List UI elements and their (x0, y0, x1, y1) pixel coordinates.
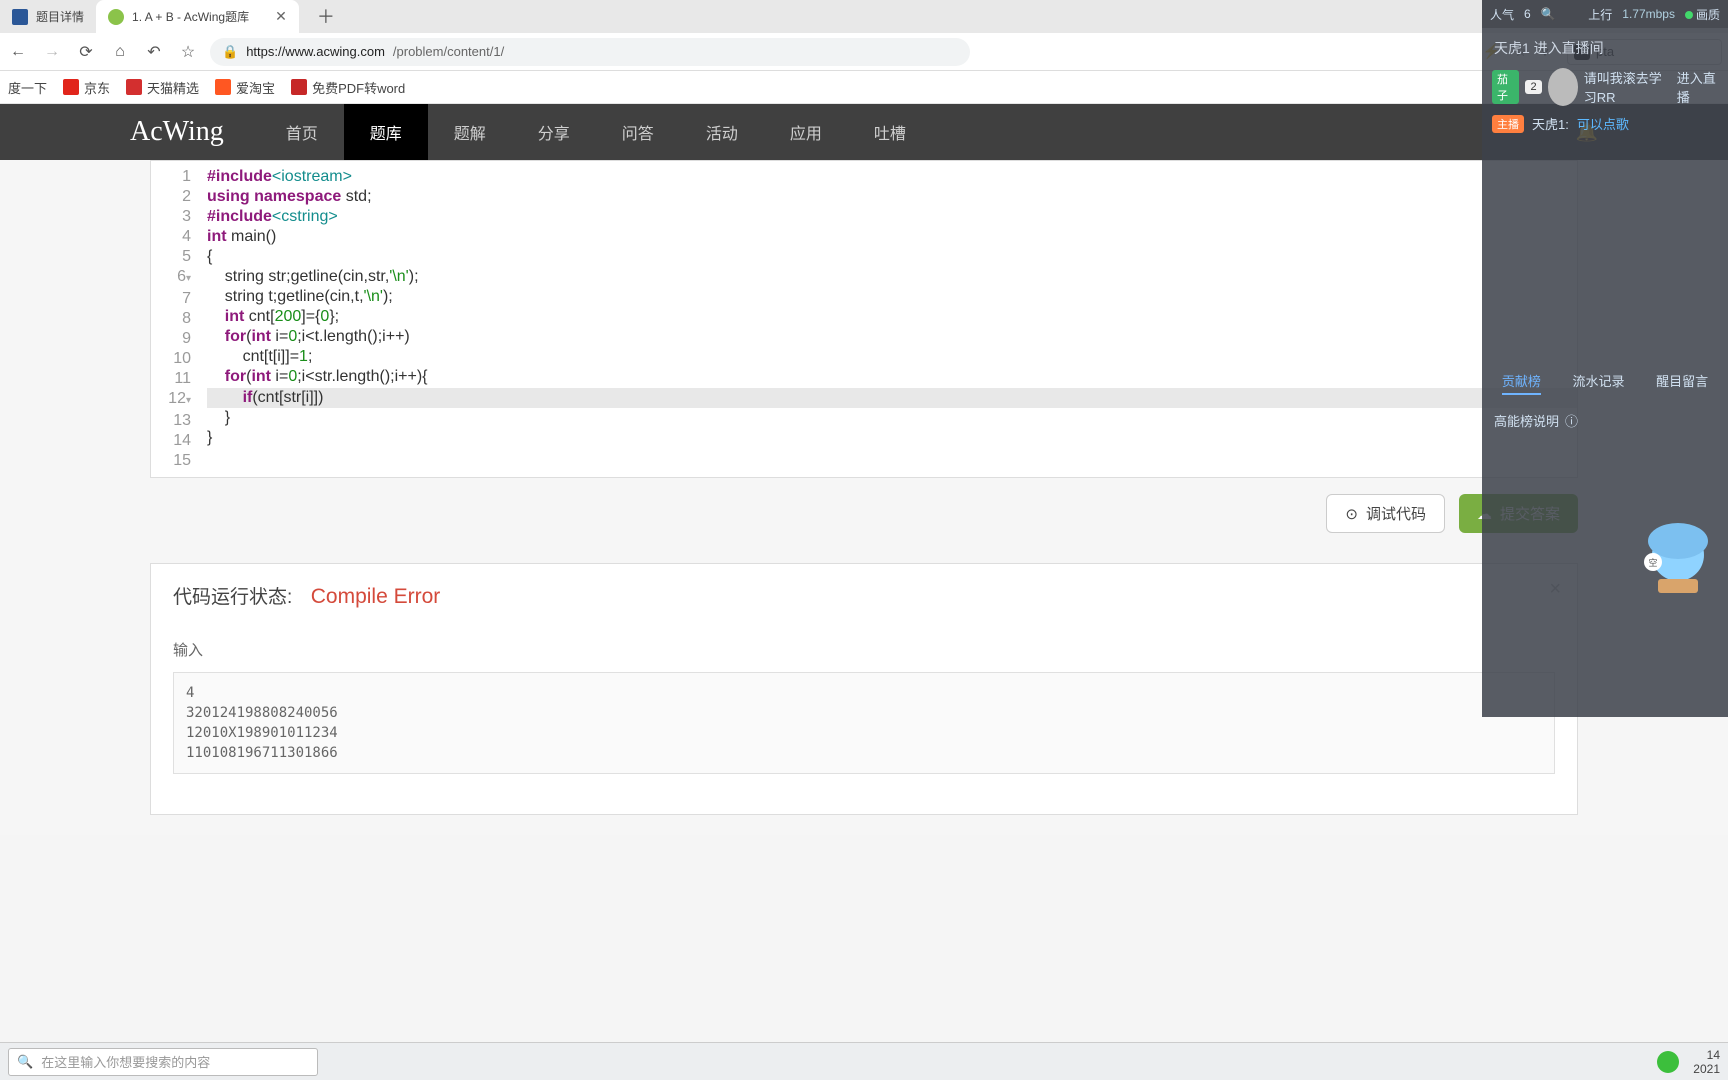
guest-badge: 茄子 (1492, 70, 1519, 104)
nav-share[interactable]: 分享 (512, 104, 596, 160)
guest-action: 进入直播 (1677, 68, 1718, 106)
leaderboard-explain[interactable]: 高能榜说明 ⓘ (1482, 401, 1728, 440)
chat-bubble-icon[interactable] (1657, 1051, 1679, 1073)
uplink-label: 上行 (1588, 6, 1612, 23)
pdf-icon (291, 79, 307, 95)
os-search-input[interactable]: 🔍 在这里输入你想要搜索的内容 (8, 1048, 318, 1076)
reload-button[interactable]: ⟳ (74, 40, 98, 64)
host-row: 主播 天虎1: 可以点歌 (1482, 110, 1728, 137)
home-button[interactable]: ⌂ (108, 40, 132, 64)
nav-app[interactable]: 应用 (764, 104, 848, 160)
avatar[interactable] (1548, 68, 1578, 106)
new-tab-button[interactable]: ＋ (309, 0, 343, 33)
popularity-label: 人气 (1490, 6, 1514, 23)
run-status-card: 代码运行状态: Compile Error × 输入 4 32012419880… (150, 563, 1578, 815)
search-icon[interactable]: 🔍 (1541, 7, 1556, 21)
bookmarks-bar: 度一下 京东 天猫精选 爱淘宝 免费PDF转word (0, 71, 1728, 104)
url-path: /problem/content/1/ (393, 44, 504, 59)
nav-solutions[interactable]: 题解 (428, 104, 512, 160)
browser-tab-active[interactable]: 1. A + B - AcWing题库 ✕ (96, 0, 299, 33)
input-box: 4 320124198808240056 12010X198901011234 … (173, 672, 1555, 774)
code-editor[interactable]: 123456▾789101112▾131415 #include<iostrea… (150, 160, 1578, 478)
browser-tab[interactable]: 题目详情 (0, 0, 96, 33)
nav-problems[interactable]: 题库 (344, 104, 428, 160)
nav-tucao[interactable]: 吐槽 (848, 104, 932, 160)
favicon-icon (108, 9, 124, 25)
host-name: 天虎1: (1532, 114, 1569, 133)
guest-row: 茄子 2 请叫我滚去学习RR 进入直播 (1482, 64, 1728, 110)
editor-code-area[interactable]: #include<iostream>using namespace std;#i… (199, 161, 1577, 477)
browser-tabbar: 题目详情 1. A + B - AcWing题库 ✕ ＋ (0, 0, 1728, 33)
editor-gutter: 123456▾789101112▾131415 (151, 161, 199, 477)
code-actions: ⊙ 调试代码 ☁ 提交答案 (150, 478, 1578, 533)
status-label: 代码运行状态: (173, 587, 292, 608)
bookmark-item[interactable]: 京东 (63, 78, 110, 97)
guest-count: 2 (1525, 80, 1541, 94)
forward-button[interactable]: → (40, 40, 64, 64)
undo-button[interactable]: ↶ (142, 40, 166, 64)
close-icon[interactable]: ✕ (275, 8, 287, 25)
overlay-tab[interactable]: 流水记录 (1572, 371, 1624, 395)
back-button[interactable]: ← (6, 40, 30, 64)
tab-label: 1. A + B - AcWing题库 (132, 8, 249, 25)
guest-name: 请叫我滚去学习RR (1584, 68, 1671, 106)
status-value: Compile Error (311, 585, 441, 608)
bookmark-item[interactable]: 免费PDF转word (291, 78, 405, 97)
svg-text:空: 空 (1648, 557, 1657, 568)
favicon-icon (12, 9, 28, 25)
nav-home[interactable]: 首页 (260, 104, 344, 160)
quality-label: 画质 (1696, 8, 1720, 22)
overlay-tab[interactable]: 醒目留言 (1656, 371, 1708, 395)
input-label: 输入 (173, 639, 1555, 660)
bookmark-item[interactable]: 度一下 (8, 78, 47, 97)
nav-qa[interactable]: 问答 (596, 104, 680, 160)
play-circle-icon: ⊙ (1345, 505, 1358, 523)
clock-date: 2021 (1693, 1062, 1720, 1076)
lock-icon: 🔒 (222, 44, 238, 60)
jd-icon (63, 79, 79, 95)
popularity-value: 6 (1524, 7, 1531, 21)
taskbar-clock[interactable]: 14 2021 (1693, 1048, 1720, 1076)
bandwidth-value: 1.77mbps (1622, 7, 1675, 21)
overlay-tabs: 贡献榜 流水记录 醒目留言 (1482, 365, 1728, 401)
bookmark-item[interactable]: 天猫精选 (126, 78, 199, 97)
stream-overlay: 人气 6 🔍 上行 1.77mbps 画质 天虎1 进入直播间 茄子 2 请叫我… (1482, 0, 1728, 717)
overlay-topbar: 人气 6 🔍 上行 1.77mbps 画质 (1482, 0, 1728, 28)
search-icon: 🔍 (17, 1054, 33, 1070)
overlay-tab[interactable]: 贡献榜 (1502, 371, 1541, 395)
star-icon[interactable]: ☆ (176, 40, 200, 64)
bookmark-item[interactable]: 爱淘宝 (215, 78, 275, 97)
mascot-icon: 空 (1638, 507, 1718, 597)
tmall-icon (126, 79, 142, 95)
debug-button[interactable]: ⊙ 调试代码 (1326, 494, 1445, 533)
aitaobao-icon (215, 79, 231, 95)
join-message: 天虎1 进入直播间 (1482, 28, 1728, 64)
url-host: https://www.acwing.com (246, 44, 385, 59)
address-bar: ← → ⟳ ⌂ ↶ ☆ 🔒 https://www.acwing.com/pro… (0, 33, 1728, 71)
host-link[interactable]: 可以点歌 (1577, 114, 1629, 133)
nav-activity[interactable]: 活动 (680, 104, 764, 160)
host-badge: 主播 (1492, 115, 1524, 133)
site-logo[interactable]: AcWing (130, 116, 224, 148)
help-circle-icon: ⓘ (1565, 411, 1578, 430)
status-dot-icon (1685, 11, 1693, 19)
os-search-placeholder: 在这里输入你想要搜索的内容 (41, 1052, 210, 1071)
os-taskbar: 🔍 在这里输入你想要搜索的内容 14 2021 (0, 1042, 1728, 1080)
clock-time: 14 (1693, 1048, 1720, 1062)
tab-label: 题目详情 (36, 8, 84, 25)
url-input[interactable]: 🔒 https://www.acwing.com/problem/content… (210, 38, 970, 66)
page-body: 123456▾789101112▾131415 #include<iostrea… (0, 160, 1728, 835)
site-nav: AcWing 首页 题库 题解 分享 问答 活动 应用 吐槽 🔔 (0, 104, 1728, 160)
debug-label: 调试代码 (1366, 503, 1426, 524)
